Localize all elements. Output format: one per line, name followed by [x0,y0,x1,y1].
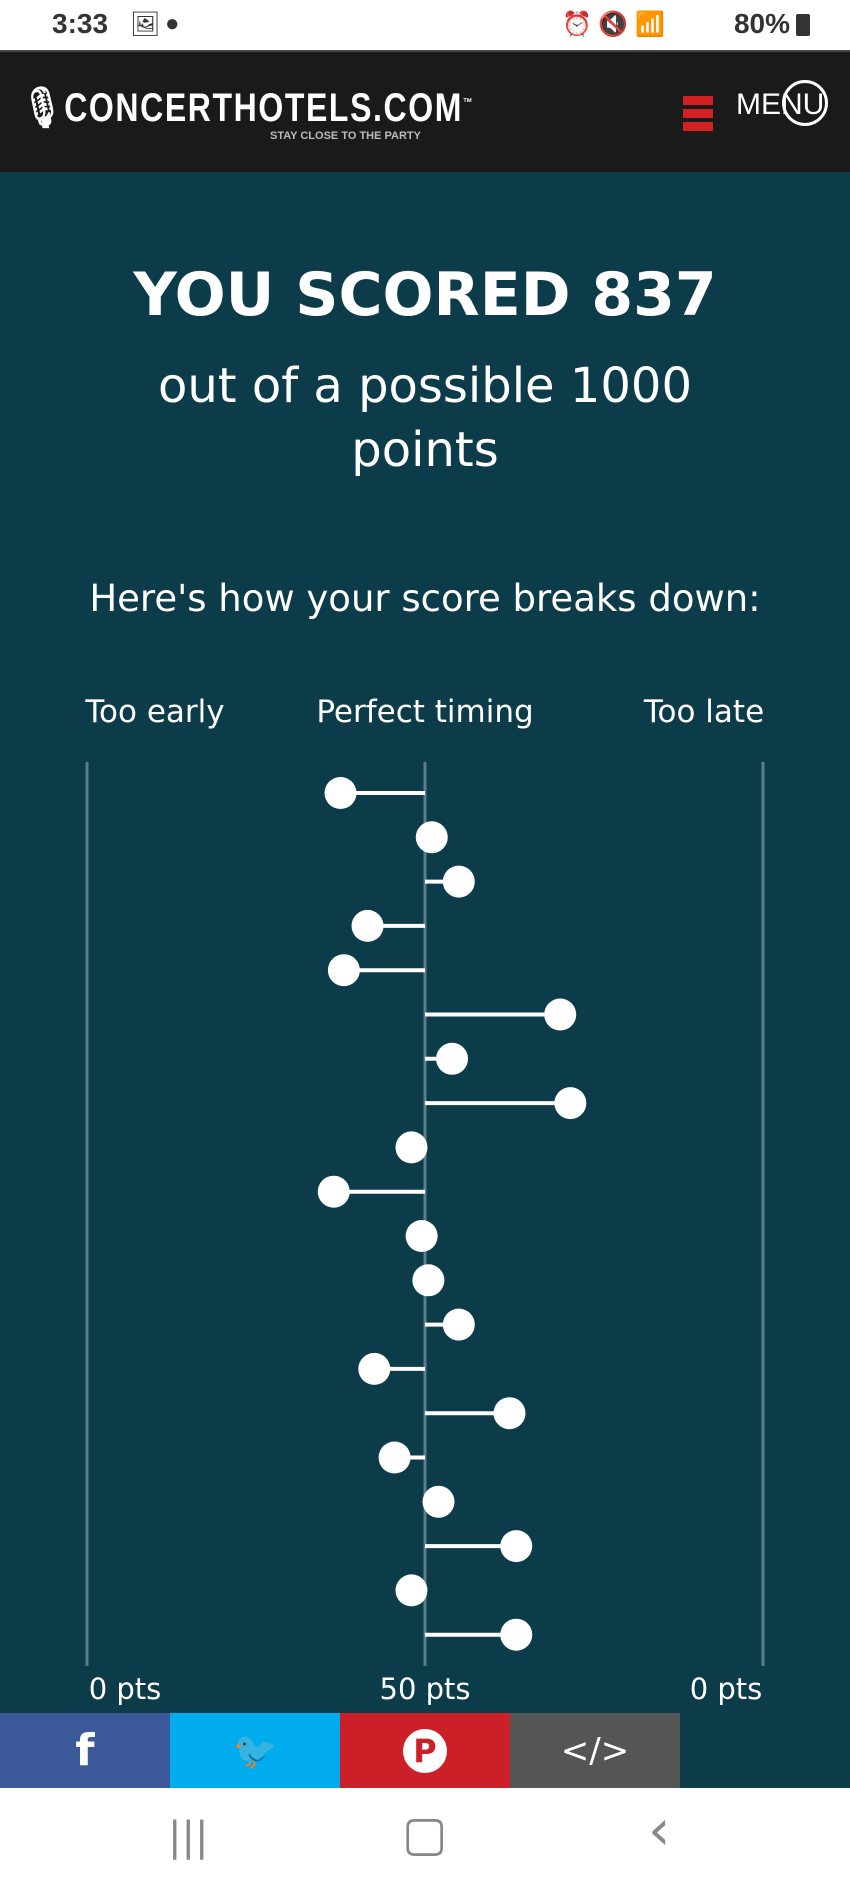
facebook-icon: f [75,1725,95,1776]
logo-text: CONCERTHOTELS.COM [64,86,463,130]
timing-dot [442,865,475,898]
share-twitter-button[interactable]: 🐦 [170,1713,340,1788]
back-button[interactable]: ‹ [648,1798,670,1863]
pts-right: 0 pts [689,1672,763,1706]
alarm-icon: ⏰ [562,11,592,38]
gallery-icon: 🖼 [130,11,161,38]
timing-dot [436,1042,469,1075]
timing-dot [442,1308,475,1341]
embed-icon: </> [560,1730,630,1771]
timing-dot [493,1397,526,1430]
timing-dot [324,777,357,809]
status-bar: 3:33 🖼 ● ⏰ 🔇 📶 80% [0,0,850,50]
pts-left: 0 pts [88,1672,162,1706]
pts-center: 50 pts [379,1672,471,1706]
share-pinterest-button[interactable]: P [340,1713,510,1788]
menu-circle-icon [782,80,828,126]
timing-dot [554,1087,587,1120]
score-panel: YOU SCORED 837 out of a possible 1000 po… [0,172,850,1788]
timing-dot [405,1220,438,1252]
timing-dot [415,821,448,854]
mute-icon: 🔇 [598,11,628,38]
microphone-icon: 🎙 [22,86,65,130]
clock: 3:33 [52,8,109,39]
share-embed-button[interactable]: </> [510,1713,680,1788]
pinterest-icon: P [403,1728,447,1773]
timing-dot [412,1264,445,1297]
android-nav-bar: ||| ▢ ‹ [0,1788,850,1896]
timing-dot [327,954,360,987]
home-button[interactable]: ▢ [402,1806,447,1862]
twitter-icon: 🐦 [232,1730,278,1772]
share-facebook-button[interactable]: f [0,1713,170,1788]
battery-level: 80% [733,8,790,39]
timing-dot [544,998,577,1031]
timing-dot [500,1530,533,1563]
timing-dot [500,1618,533,1651]
timing-chart [85,762,765,1666]
timing-dot [378,1441,411,1474]
recent-apps-button[interactable]: ||| [168,1814,208,1860]
timing-dot [358,1352,391,1385]
timing-dot [422,1485,455,1518]
logo[interactable]: 🎙CONCERTHOTELS.COM™ [22,84,474,131]
site-header: 🎙CONCERTHOTELS.COM™ STAY CLOSE TO THE PA… [0,50,850,172]
timing-dot [351,909,384,942]
timing-dot [317,1175,350,1208]
hamburger-icon[interactable] [683,96,713,135]
timing-dot [395,1574,428,1607]
messenger-icon: ● [165,10,180,37]
timing-dot [395,1131,428,1164]
tagline: STAY CLOSE TO THE PARTY [270,130,421,142]
trademark: ™ [462,95,475,110]
share-bar: f 🐦 P </> [0,1713,680,1788]
wifi-icon: 📶 [635,11,665,38]
battery-icon [796,14,810,36]
